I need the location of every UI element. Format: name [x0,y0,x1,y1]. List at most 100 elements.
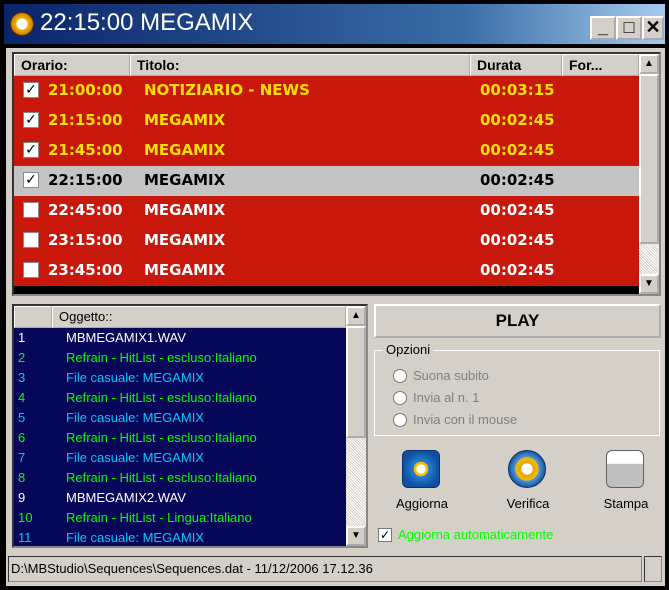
verifica-label: Verifica [506,496,550,511]
verifica-button[interactable]: Verifica [488,450,568,520]
sequence-list[interactable]: Oggetto:: 1 MBMEGAMIX1.WAV 2 Refrain - HitL… [12,304,368,548]
row-checkbox[interactable]: ✓ [23,172,39,188]
item-text: MBMEGAMIX1.WAV [66,330,186,345]
radio-label: Invia con il mouse [413,412,518,427]
row-time: 22:15:00 [48,171,123,189]
item-number: 6 [18,430,26,445]
maximize-icon: □ [623,17,635,37]
arrow-down-icon: ▼ [644,278,654,289]
schedule-row[interactable]: 22:45:00 MEGAMIX 00:02:45 [14,196,639,226]
item-text: File casuale: MEGAMIX [66,530,204,545]
printer-icon [606,450,644,488]
sequence-item[interactable]: 11 File casuale: MEGAMIX [14,528,346,546]
sequence-item[interactable]: 5 File casuale: MEGAMIX [14,408,346,428]
application-window: 22:15:00 MEGAMIX _ □ ✕ Orario: Titolo: D… [0,0,669,590]
sequence-item[interactable]: 3 File casuale: MEGAMIX [14,368,346,388]
sequence-item[interactable]: 9 MBMEGAMIX2.WAV [14,488,346,508]
sequence-item[interactable]: 6 Refrain - HitList - escluso:Italiano [14,428,346,448]
radio-invia-n1[interactable]: Invia al n. 1 [393,389,669,407]
header-titolo[interactable]: Titolo: [130,54,470,76]
item-text: MBMEGAMIX2.WAV [66,490,186,505]
schedule-row[interactable]: 23:15:00 MEGAMIX 00:02:45 [14,226,639,256]
row-checkbox[interactable] [23,262,39,278]
radio-invia-mouse[interactable]: Invia con il mouse [393,411,669,429]
row-duration: 00:02:45 [480,201,555,219]
sequence-item[interactable]: 2 Refrain - HitList - escluso:Italiano [14,348,346,368]
row-duration: 00:02:45 [480,141,555,159]
item-text: Refrain - HitList - escluso:Italiano [66,350,257,365]
options-legend: Opzioni [383,342,434,357]
header-formato[interactable]: For... [562,54,639,76]
item-number: 11 [18,530,32,545]
schedule-scrollbar[interactable]: ▲ ▼ [639,54,659,294]
radio-label: Suona subito [413,368,489,383]
row-duration: 00:02:45 [480,111,555,129]
scroll-up-button[interactable]: ▲ [346,306,366,326]
row-title: MEGAMIX [144,231,226,249]
header-durata[interactable]: Durata [470,54,562,76]
sequence-item[interactable]: 1 MBMEGAMIX1.WAV [14,328,346,348]
options-group: Opzioni Suona subito Invia al n. 1 Invia… [374,342,660,436]
row-time: 21:00:00 [48,81,123,99]
row-checkbox[interactable]: ✓ [23,112,39,128]
schedule-row[interactable]: ✓ 21:15:00 MEGAMIX 00:02:45 [14,106,639,136]
status-bar: D:\MBStudio\Sequences\Sequences.dat - 11… [8,556,642,582]
radio-icon [393,369,407,383]
row-checkbox[interactable] [23,232,39,248]
close-button[interactable]: ✕ [642,16,664,40]
item-number: 8 [18,470,26,485]
aggiorna-button[interactable]: Aggiorna [382,450,462,520]
row-duration: 00:02:45 [480,231,555,249]
schedule-row[interactable]: ✓ 21:00:00 NOTIZIARIO - NEWS 00:03:15 [14,76,639,106]
item-number: 4 [18,390,26,405]
item-text: Refrain - HitList - escluso:Italiano [66,390,257,405]
scroll-down-button[interactable]: ▼ [639,274,659,294]
stampa-button[interactable]: Stampa [586,450,666,520]
item-number: 7 [18,450,26,465]
scroll-thumb[interactable] [346,326,366,438]
sequence-header: Oggetto:: [14,306,346,328]
schedule-row[interactable]: 23:45:00 MEGAMIX 00:02:45 [14,256,639,286]
row-checkbox[interactable]: ✓ [23,82,39,98]
header-orario[interactable]: Orario: [14,54,130,76]
radio-suona-subito[interactable]: Suona subito [393,367,669,385]
schedule-row[interactable]: ✓ 22:15:00 MEGAMIX 00:02:45 [14,166,639,196]
title-bar[interactable]: 22:15:00 MEGAMIX _ □ ✕ [4,4,665,44]
sequence-item[interactable]: 7 File casuale: MEGAMIX [14,448,346,468]
item-text: Refrain - HitList - escluso:Italiano [66,430,257,445]
item-number: 2 [18,350,26,365]
minimize-button[interactable]: _ [590,16,616,40]
sequence-item[interactable]: 10 Refrain - HitList - Lingua:Italiano [14,508,346,528]
sequence-item[interactable]: 8 Refrain - HitList - escluso:Italiano [14,468,346,488]
scroll-up-button[interactable]: ▲ [639,54,659,74]
magnifier-clock-icon [508,450,546,488]
stampa-label: Stampa [603,496,649,511]
row-time: 23:15:00 [48,231,123,249]
header-num[interactable] [14,306,52,328]
clock-icon[interactable] [10,12,34,36]
schedule-row[interactable]: ✓ 21:45:00 MEGAMIX 00:02:45 [14,136,639,166]
maximize-button[interactable]: □ [616,16,642,40]
sequence-scrollbar[interactable]: ▲ ▼ [346,306,366,546]
schedule-list[interactable]: Orario: Titolo: Durata For... ✓ 21:00:00 N… [12,52,661,296]
row-time: 21:45:00 [48,141,123,159]
row-title: MEGAMIX [144,261,226,279]
item-text: File casuale: MEGAMIX [66,450,204,465]
scroll-thumb[interactable] [639,74,659,244]
row-duration: 00:02:45 [480,171,555,189]
item-text: Refrain - HitList - Lingua:Italiano [66,510,252,525]
play-button[interactable]: PLAY [374,304,661,338]
header-oggetto[interactable]: Oggetto:: [52,306,346,328]
row-checkbox[interactable] [23,202,39,218]
resize-grip[interactable] [644,556,662,582]
item-number: 10 [18,510,33,525]
refresh-icon [402,450,440,488]
auto-update-checkbox[interactable]: ✓ Aggiorna automaticamente [378,526,668,544]
schedule-header: Orario: Titolo: Durata For... [14,54,639,76]
row-title: MEGAMIX [144,111,226,129]
scroll-down-button[interactable]: ▼ [346,526,366,546]
row-checkbox[interactable]: ✓ [23,142,39,158]
arrow-up-icon: ▲ [351,310,361,321]
item-number: 5 [18,410,26,425]
sequence-item[interactable]: 4 Refrain - HitList - escluso:Italiano [14,388,346,408]
